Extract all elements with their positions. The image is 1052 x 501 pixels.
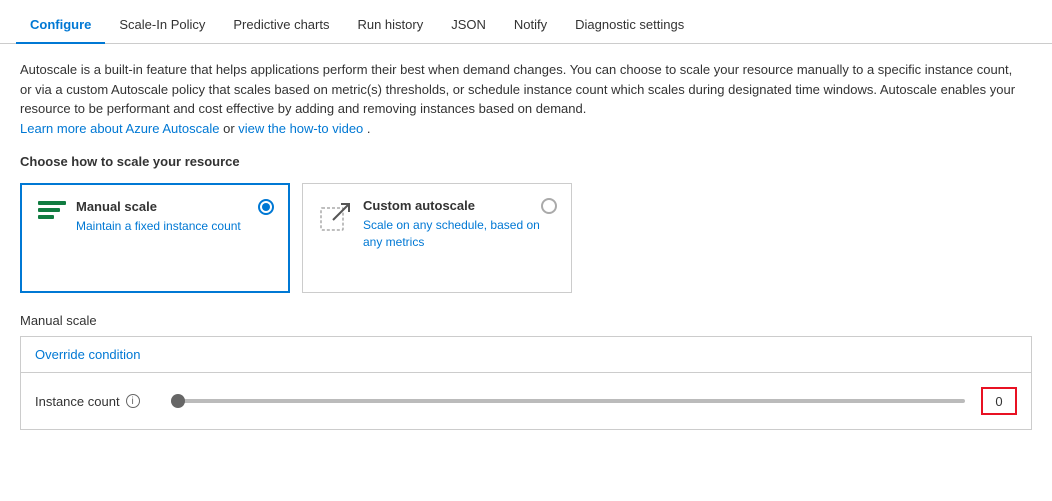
instance-count-row: Instance count i 0	[21, 373, 1031, 429]
manual-scale-subtitle: Maintain a fixed instance count	[76, 218, 272, 235]
tab-scale-in-policy[interactable]: Scale-In Policy	[105, 7, 219, 44]
manual-scale-radio[interactable]	[258, 199, 274, 215]
custom-autoscale-icon	[319, 200, 353, 237]
custom-autoscale-title: Custom autoscale	[363, 198, 555, 213]
tab-run-history[interactable]: Run history	[343, 7, 437, 44]
learn-more-link[interactable]: Learn more about Azure Autoscale	[20, 121, 219, 136]
override-condition-header: Override condition	[21, 337, 1031, 373]
manual-scale-body: Manual scale Maintain a fixed instance c…	[76, 199, 272, 235]
tab-notify[interactable]: Notify	[500, 7, 561, 44]
slider-container	[171, 399, 965, 403]
description-text: Autoscale is a built-in feature that hel…	[20, 60, 1020, 138]
manual-icon-line-2	[38, 208, 60, 212]
main-content: Autoscale is a built-in feature that hel…	[0, 44, 1052, 446]
custom-autoscale-body: Custom autoscale Scale on any schedule, …	[363, 198, 555, 251]
radio-inner-manual	[262, 203, 270, 211]
choose-scale-title: Choose how to scale your resource	[20, 154, 1032, 169]
custom-autoscale-subtitle: Scale on any schedule, based on any metr…	[363, 217, 555, 251]
manual-icon-line-1	[38, 201, 66, 205]
scale-cards-container: Manual scale Maintain a fixed instance c…	[20, 183, 1032, 293]
how-to-video-link[interactable]: view the how-to video	[238, 121, 363, 136]
tab-diagnostic-settings[interactable]: Diagnostic settings	[561, 7, 698, 44]
instance-count-info-icon[interactable]: i	[126, 394, 140, 408]
custom-autoscale-radio[interactable]	[541, 198, 557, 214]
tab-predictive-charts[interactable]: Predictive charts	[219, 7, 343, 44]
radio-outer-manual	[258, 199, 274, 215]
instance-count-slider[interactable]	[171, 399, 965, 403]
manual-scale-title: Manual scale	[76, 199, 272, 214]
override-condition-box: Override condition Instance count i 0	[20, 336, 1032, 430]
instance-count-value-box[interactable]: 0	[981, 387, 1017, 415]
manual-scale-icon	[38, 201, 66, 219]
instance-count-label: Instance count i	[35, 394, 155, 409]
manual-icon-line-3	[38, 215, 54, 219]
tab-bar: Configure Scale-In Policy Predictive cha…	[0, 0, 1052, 44]
manual-scale-card[interactable]: Manual scale Maintain a fixed instance c…	[20, 183, 290, 293]
custom-autoscale-card[interactable]: Custom autoscale Scale on any schedule, …	[302, 183, 572, 293]
tab-configure[interactable]: Configure	[16, 7, 105, 44]
radio-outer-custom	[541, 198, 557, 214]
tab-json[interactable]: JSON	[437, 7, 500, 44]
manual-scale-section-label: Manual scale	[20, 313, 1032, 328]
